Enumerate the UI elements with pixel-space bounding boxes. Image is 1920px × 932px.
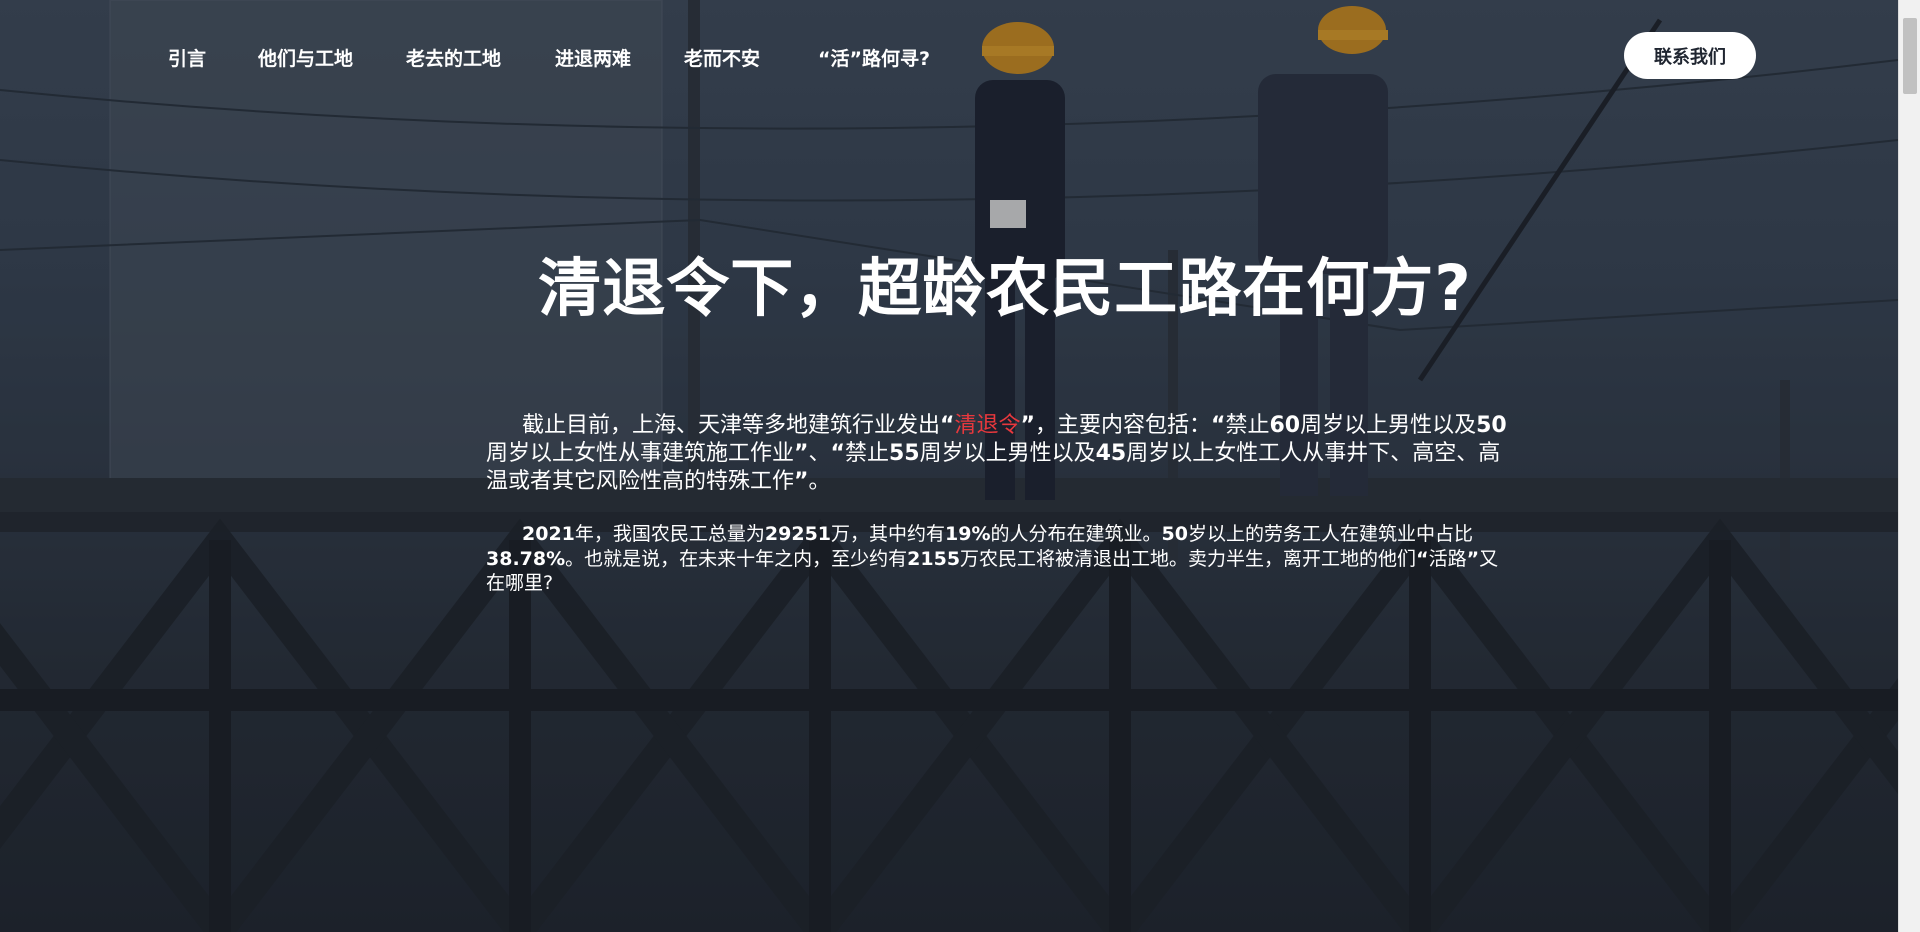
nav-item-old-and-insecure[interactable]: 老而不安 [684, 44, 760, 71]
page-scrollbar[interactable] [1898, 0, 1920, 932]
nav-item-them-and-site[interactable]: 他们与工地 [258, 44, 353, 71]
page-title: 清退令下，超龄农民工路在何方? [538, 252, 1472, 325]
nav-item-dilemma[interactable]: 进退两难 [555, 44, 631, 71]
highlight-qingtuiling: 清退令 [954, 413, 1021, 438]
nav-item-aging-site[interactable]: 老去的工地 [406, 44, 501, 71]
nav-item-way-out[interactable]: “活”路何寻? [818, 44, 930, 71]
nav-item-intro[interactable]: 引言 [168, 44, 206, 71]
intro-paragraph-2: 2021年，我国农民工总量为29251万，其中约有19%的人分布在建筑业。50岁… [486, 523, 1499, 595]
scrollbar-thumb[interactable] [1903, 18, 1917, 94]
top-nav: 引言 他们与工地 老去的工地 进退两难 老而不安 “活”路何寻? 联系我们 [0, 0, 1898, 112]
contact-us-button[interactable]: 联系我们 [1624, 32, 1756, 79]
intro-paragraph-1: 截止目前，上海、天津等多地建筑行业发出“清退令”，主要内容包括：“禁止60周岁以… [486, 413, 1507, 494]
